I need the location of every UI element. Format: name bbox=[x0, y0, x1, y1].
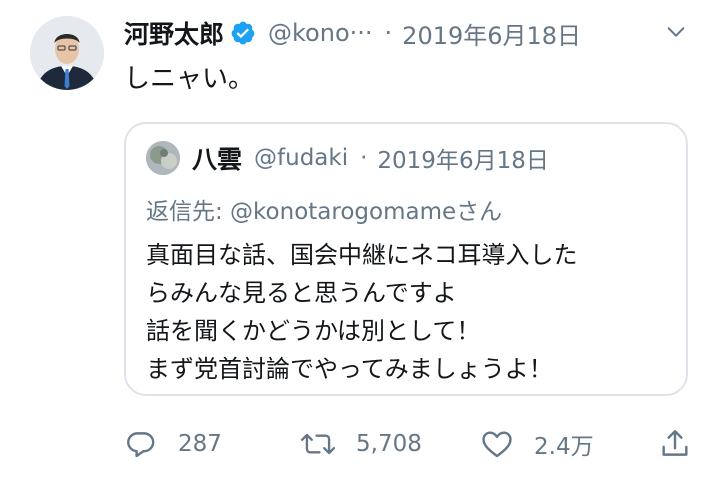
retweet-icon bbox=[300, 427, 336, 461]
separator-dot: · bbox=[360, 145, 368, 171]
quoted-author-handle: @fudaki bbox=[254, 145, 349, 171]
quoted-tweet-text: 真面目な話、国会中継にネコ耳導入した らみんな見ると思うんですよ 話を聞くかどう… bbox=[146, 236, 578, 388]
share-button[interactable] bbox=[658, 424, 692, 464]
like-button[interactable]: 2.4万 bbox=[480, 424, 594, 464]
verified-badge-icon bbox=[230, 20, 256, 46]
quoted-author-avatar bbox=[146, 141, 180, 175]
tweet-date[interactable]: 2019年6月18日 bbox=[402, 16, 581, 51]
like-count: 2.4万 bbox=[534, 434, 594, 460]
quoted-tweet-header: 八雲 @fudaki · 2019年6月18日 bbox=[146, 140, 549, 176]
reply-count: 287 bbox=[178, 431, 222, 457]
quoted-text-line: 真面目な話、国会中継にネコ耳導入した bbox=[146, 241, 578, 269]
tweet-text: しニャい。 bbox=[124, 64, 255, 94]
reply-to-label: 返信先: @konotarogomameさん bbox=[146, 199, 503, 225]
quoted-tweet-date: 2019年6月18日 bbox=[377, 148, 549, 174]
tweet-actions: 287 5,708 2.4万 bbox=[124, 424, 694, 464]
chevron-down-icon[interactable] bbox=[662, 18, 690, 46]
reply-icon bbox=[124, 427, 158, 461]
like-icon bbox=[480, 427, 514, 461]
quoted-author-name: 八雲 bbox=[192, 145, 243, 174]
author-handle[interactable]: @kono··· bbox=[268, 19, 373, 47]
quoted-text-line: 話を聞くかどうかは別として！ bbox=[146, 317, 481, 345]
author-avatar[interactable] bbox=[30, 16, 104, 90]
tweet-header: 河野太郎 @kono··· · 2019年6月18日 bbox=[124, 16, 690, 50]
quoted-text-line: まず党首討論でやってみましょうよ！ bbox=[146, 355, 553, 383]
author-name[interactable]: 河野太郎 bbox=[124, 15, 224, 51]
reply-button[interactable]: 287 bbox=[124, 424, 222, 464]
retweet-button[interactable]: 5,708 bbox=[300, 424, 422, 464]
share-icon bbox=[658, 427, 692, 461]
separator-dot: · bbox=[384, 19, 393, 47]
quoted-tweet-card[interactable]: 八雲 @fudaki · 2019年6月18日 返信先: @konotarogo… bbox=[124, 122, 688, 396]
retweet-count: 5,708 bbox=[356, 431, 422, 457]
quoted-text-line: らみんな見ると思うんですよ bbox=[146, 279, 457, 307]
